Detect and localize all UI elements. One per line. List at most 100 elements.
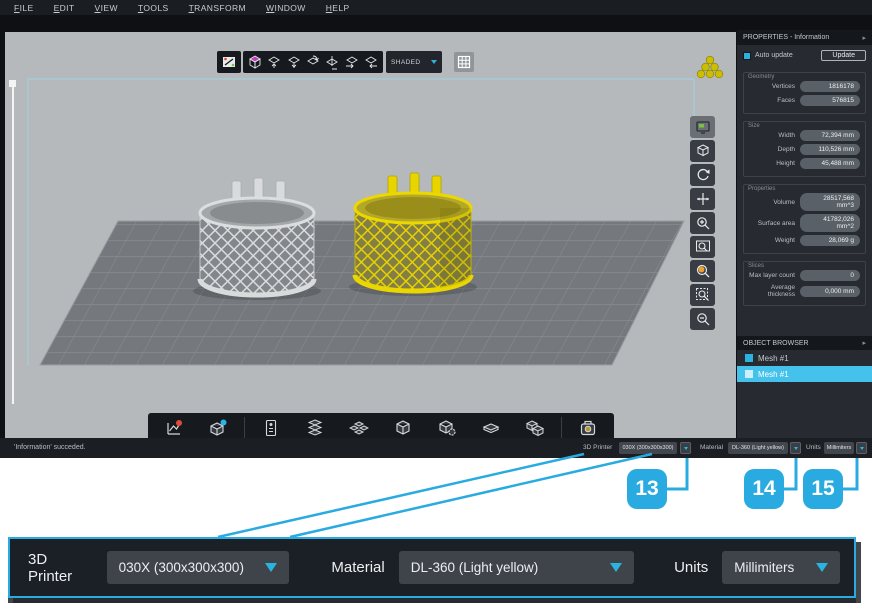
- zoom-extents-icon: [695, 287, 711, 303]
- zoom-printer-label: 3D Printer: [28, 551, 93, 585]
- iso-view-icon[interactable]: [247, 54, 263, 70]
- mesh-color-icon: [745, 370, 753, 378]
- zoom-in-icon: [695, 215, 711, 231]
- zoom-out-button[interactable]: [690, 308, 715, 330]
- build-scene: [5, 32, 736, 453]
- faces-value: 576815: [800, 95, 860, 106]
- orbit-cube-button[interactable]: [690, 140, 715, 162]
- zoom-material-dropdown[interactable]: DL-360 (Light yellow): [399, 551, 634, 584]
- printer-dropdown[interactable]: 030X (300x300x300): [619, 442, 677, 454]
- callout-badge-15: 15: [803, 469, 843, 509]
- capture-icon: [221, 54, 237, 70]
- menu-help[interactable]: HELP: [326, 3, 350, 13]
- application-window: FILE EDIT VIEW TOOLS TRANSFORM WINDOW HE…: [0, 0, 872, 610]
- mesh-yellow-ring: [355, 173, 471, 291]
- callout-badge-13: 13: [627, 469, 667, 509]
- callout-badge-14: 14: [744, 469, 784, 509]
- max-layer-count-value: 0: [800, 270, 860, 281]
- workspace: SHADED: [0, 15, 872, 438]
- zoom-units-label: Units: [674, 559, 708, 576]
- units-dropdown[interactable]: Millimiters: [824, 442, 854, 454]
- chevron-down-icon: [816, 563, 828, 572]
- properties-panel-title: PROPERTIES - Information: [743, 34, 829, 41]
- orbit-cube-icon: [695, 143, 711, 159]
- printer-label: 3D Printer: [583, 444, 612, 451]
- chevron-down-icon: [265, 563, 277, 572]
- volume-value: 28517,568 mm^3: [800, 193, 860, 211]
- material-label: Material: [700, 444, 723, 451]
- grid-toggle-button[interactable]: [454, 52, 474, 72]
- object-browser-header[interactable]: OBJECT BROWSER ▸: [737, 336, 872, 350]
- zoom-printer-dropdown[interactable]: 030X (300x300x300): [107, 551, 290, 584]
- depth-value: 110,526 mm: [800, 144, 860, 155]
- status-bar: 'Information' succeded. 3D Printer 030X …: [0, 438, 872, 458]
- new-icon: [164, 418, 184, 438]
- rotate-view-button[interactable]: [690, 164, 715, 186]
- top-view-icon[interactable]: [266, 54, 282, 70]
- average-thickness-value: 0,000 mm: [800, 286, 860, 297]
- properties-group: Properties Volume28517,568 mm^3 Surface …: [743, 184, 866, 254]
- left-view-icon[interactable]: [363, 54, 379, 70]
- auto-support-icon: [393, 418, 413, 438]
- menu-edit[interactable]: EDIT: [54, 3, 75, 13]
- zoom-out-icon: [695, 311, 711, 327]
- render-mode-dropdown[interactable]: SHADED: [386, 51, 442, 73]
- menu-file[interactable]: FILE: [14, 3, 34, 13]
- zoom-in-button[interactable]: [690, 212, 715, 234]
- right-view-icon[interactable]: [344, 54, 360, 70]
- menu-tools[interactable]: TOOLS: [138, 3, 169, 13]
- printer-dropdown-arrow[interactable]: [680, 442, 691, 454]
- front-view-icon[interactable]: [286, 54, 302, 70]
- pan-view-icon: [695, 191, 711, 207]
- menu-view[interactable]: VIEW: [95, 3, 118, 13]
- panel-collapse-icon[interactable]: ▸: [862, 34, 866, 42]
- zoom-material-label: Material: [331, 559, 384, 576]
- menu-window[interactable]: WINDOW: [266, 3, 306, 13]
- auto-base-icon: [481, 418, 501, 438]
- zoom-object-icon: [695, 263, 711, 279]
- zoom-extents-button[interactable]: [690, 284, 715, 306]
- mesh-color-icon: [745, 354, 753, 362]
- matrix-copy-icon: [525, 418, 545, 438]
- object-browser-title: OBJECT BROWSER: [743, 340, 809, 347]
- height-value: 45,488 mm: [800, 158, 860, 169]
- object-browser-item-mesh1[interactable]: Mesh #1: [737, 350, 872, 366]
- chevron-down-icon: [431, 60, 437, 64]
- display-settings-button[interactable]: [690, 116, 715, 138]
- grid-icon: [457, 55, 471, 69]
- menu-transform[interactable]: TRANSFORM: [189, 3, 246, 13]
- zoom-object-button[interactable]: [690, 260, 715, 282]
- vertices-value: 1816178: [800, 81, 860, 92]
- build-icon: [578, 418, 598, 438]
- update-button[interactable]: Update: [821, 50, 866, 61]
- display-settings-icon: [695, 119, 711, 135]
- menu-bar: FILE EDIT VIEW TOOLS TRANSFORM WINDOW HE…: [0, 0, 872, 15]
- rotate-view-icon: [695, 167, 711, 183]
- material-dropdown[interactable]: DL-360 (Light yellow): [728, 442, 788, 454]
- zoom-units-dropdown[interactable]: Millimiters: [722, 551, 840, 584]
- zoom-slider-handle[interactable]: [9, 80, 16, 87]
- right-panel: PROPERTIES - Information ▸ Auto update U…: [737, 30, 872, 453]
- bottom-view-icon[interactable]: [324, 54, 340, 70]
- chevron-down-icon: [610, 563, 622, 572]
- render-mode-value: SHADED: [391, 59, 421, 66]
- properties-panel-header[interactable]: PROPERTIES - Information ▸: [737, 30, 872, 45]
- geometry-group: Geometry Vertices1816178 Faces576815: [743, 72, 866, 114]
- zoom-slider[interactable]: [12, 84, 14, 404]
- back-view-icon[interactable]: [305, 54, 321, 70]
- status-message: 'Information' succeded.: [14, 444, 86, 451]
- explode-icon: [305, 418, 325, 438]
- panel-collapse-icon[interactable]: ▸: [862, 339, 866, 347]
- viewport-3d[interactable]: SHADED: [5, 32, 736, 453]
- material-dropdown-arrow[interactable]: [790, 442, 801, 454]
- mesh-silver-ring: [200, 178, 314, 295]
- units-dropdown-arrow[interactable]: [856, 442, 867, 454]
- zoom-window-button[interactable]: [690, 236, 715, 258]
- weight-value: 28,069 g: [800, 235, 860, 246]
- pan-view-button[interactable]: [690, 188, 715, 210]
- zoomed-settings-panel: 3D Printer 030X (300x300x300) Material D…: [8, 537, 856, 598]
- capture-view-button[interactable]: [217, 51, 241, 73]
- auto-update-checkbox[interactable]: [743, 52, 751, 60]
- width-value: 72,394 mm: [800, 130, 860, 141]
- object-browser-item-mesh1-selected[interactable]: Mesh #1: [737, 366, 872, 382]
